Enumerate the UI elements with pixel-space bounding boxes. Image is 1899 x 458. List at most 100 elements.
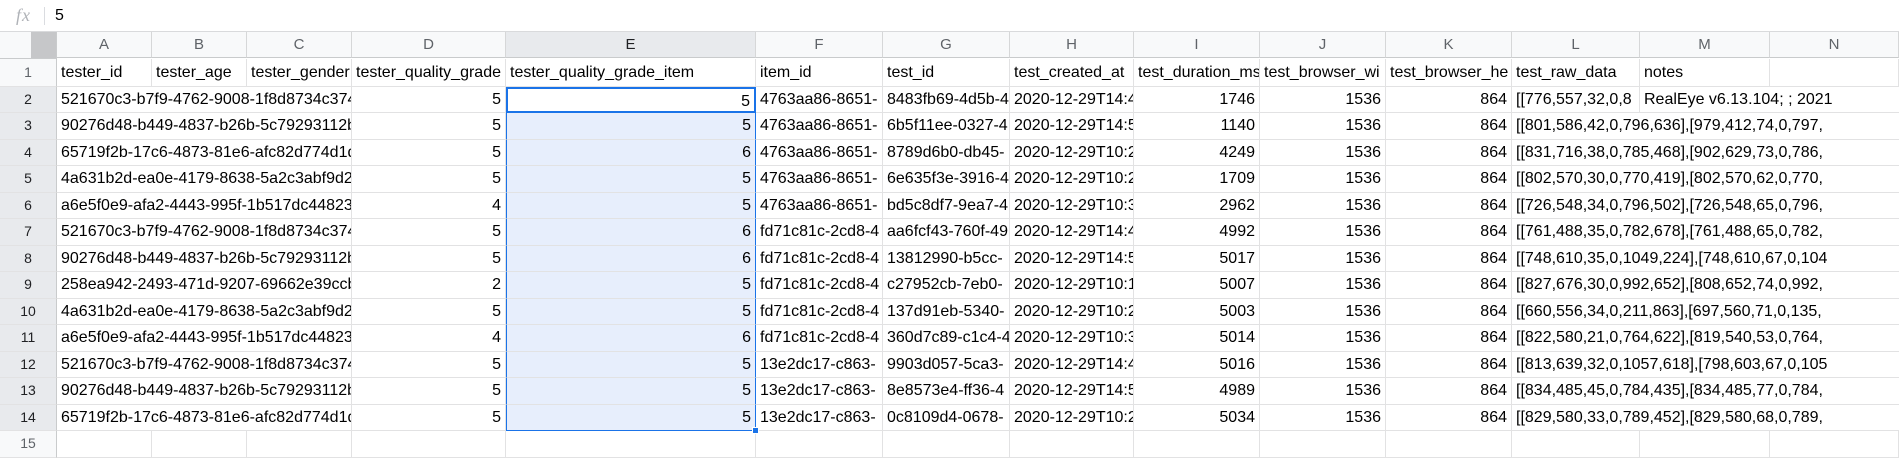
- cell-F13[interactable]: 13e2dc17-c863-: [756, 378, 883, 405]
- row-header-4[interactable]: 4: [0, 139, 57, 166]
- cell-J14[interactable]: 1536: [1260, 404, 1386, 431]
- cell-K5[interactable]: 864: [1386, 166, 1512, 193]
- cell-I7[interactable]: 4992: [1134, 219, 1260, 246]
- cell-F2[interactable]: 4763aa86-8651-: [756, 86, 883, 113]
- cell-E3[interactable]: 5: [506, 113, 756, 140]
- cell-L15[interactable]: [1512, 431, 1640, 458]
- row-header-14[interactable]: 14: [0, 404, 57, 431]
- column-header-M[interactable]: M: [1640, 32, 1770, 58]
- cell-J7[interactable]: 1536: [1260, 219, 1386, 246]
- cell-I15[interactable]: [1134, 431, 1260, 458]
- column-header-N[interactable]: N: [1770, 32, 1899, 58]
- cell-C1[interactable]: tester_gender: [247, 58, 352, 87]
- cell-J1[interactable]: test_browser_wi: [1260, 58, 1386, 87]
- column-header-B[interactable]: B: [152, 32, 247, 58]
- cell-D4[interactable]: 5: [352, 139, 506, 166]
- row-header-2[interactable]: 2: [0, 86, 57, 113]
- cell-F12[interactable]: 13e2dc17-c863-: [756, 351, 883, 378]
- cell-M15[interactable]: [1640, 431, 1770, 458]
- row-header-8[interactable]: 8: [0, 245, 57, 272]
- cell-D8[interactable]: 5: [352, 245, 506, 272]
- cell-J3[interactable]: 1536: [1260, 113, 1386, 140]
- cell-H13[interactable]: 2020-12-29T14:5: [1010, 378, 1134, 405]
- cell-F15[interactable]: [756, 431, 883, 458]
- row-header-3[interactable]: 3: [0, 113, 57, 140]
- cell-L11[interactable]: [[822,580,21,0,764,622],[819,540,53,0,76…: [1512, 325, 1899, 352]
- cell-G10[interactable]: 137d91eb-5340-: [883, 298, 1010, 325]
- cell-J9[interactable]: 1536: [1260, 272, 1386, 299]
- cell-D13[interactable]: 5: [352, 378, 506, 405]
- cell-K2[interactable]: 864: [1386, 86, 1512, 113]
- cell-A5[interactable]: 4a631b2d-ea0e-4179-8638-5a2c3abf9d28: [57, 166, 352, 193]
- cell-H1[interactable]: test_created_at: [1010, 58, 1134, 87]
- row-header-10[interactable]: 10: [0, 298, 57, 325]
- cell-E1[interactable]: tester_quality_grade_item: [506, 58, 756, 87]
- cell-L2[interactable]: [[776,557,32,0,8: [1512, 86, 1640, 113]
- cell-J12[interactable]: 1536: [1260, 351, 1386, 378]
- cell-K7[interactable]: 864: [1386, 219, 1512, 246]
- cell-H12[interactable]: 2020-12-29T14:4: [1010, 351, 1134, 378]
- cell-G8[interactable]: 13812990-b5cc-: [883, 245, 1010, 272]
- cell-E11[interactable]: 6: [506, 325, 756, 352]
- cell-A4[interactable]: 65719f2b-17c6-4873-81e6-afc82d774d1d: [57, 139, 352, 166]
- cell-G12[interactable]: 9903d057-5ca3-: [883, 351, 1010, 378]
- cell-N1[interactable]: [1770, 58, 1899, 87]
- cell-F6[interactable]: 4763aa86-8651-: [756, 192, 883, 219]
- cell-F5[interactable]: 4763aa86-8651-: [756, 166, 883, 193]
- cell-H9[interactable]: 2020-12-29T10:1: [1010, 272, 1134, 299]
- cell-L12[interactable]: [[813,639,32,0,1057,618],[798,603,67,0,1…: [1512, 351, 1899, 378]
- cell-A6[interactable]: a6e5f0e9-afa2-4443-995f-1b517dc44823: [57, 192, 352, 219]
- row-header-11[interactable]: 11: [0, 325, 57, 352]
- cell-G15[interactable]: [883, 431, 1010, 458]
- cell-K1[interactable]: test_browser_he: [1386, 58, 1512, 87]
- cell-G14[interactable]: 0c8109d4-0678-: [883, 404, 1010, 431]
- cell-I11[interactable]: 5014: [1134, 325, 1260, 352]
- cell-H8[interactable]: 2020-12-29T14:5: [1010, 245, 1134, 272]
- cell-H10[interactable]: 2020-12-29T10:2: [1010, 298, 1134, 325]
- cell-E6[interactable]: 5: [506, 192, 756, 219]
- cell-F1[interactable]: item_id: [756, 58, 883, 87]
- row-header-1[interactable]: 1: [0, 58, 57, 87]
- cell-I6[interactable]: 2962: [1134, 192, 1260, 219]
- cell-A9[interactable]: 258ea942-2493-471d-9207-69662e39ccb6: [57, 272, 352, 299]
- cell-A12[interactable]: 521670c3-b7f9-4762-9008-1f8d8734c374: [57, 351, 352, 378]
- cell-K3[interactable]: 864: [1386, 113, 1512, 140]
- cell-G3[interactable]: 6b5f11ee-0327-4: [883, 113, 1010, 140]
- cell-J10[interactable]: 1536: [1260, 298, 1386, 325]
- cell-K6[interactable]: 864: [1386, 192, 1512, 219]
- cell-I2[interactable]: 1746: [1134, 86, 1260, 113]
- cell-H15[interactable]: [1010, 431, 1134, 458]
- cell-H3[interactable]: 2020-12-29T14:5: [1010, 113, 1134, 140]
- column-header-I[interactable]: I: [1134, 32, 1260, 58]
- cell-H2[interactable]: 2020-12-29T14:4: [1010, 86, 1134, 113]
- cell-N15[interactable]: [1770, 431, 1899, 458]
- cell-L6[interactable]: [[726,548,34,0,796,502],[726,548,65,0,79…: [1512, 192, 1899, 219]
- cell-H14[interactable]: 2020-12-29T10:2: [1010, 404, 1134, 431]
- cell-M1[interactable]: notes: [1640, 58, 1770, 87]
- cell-G1[interactable]: test_id: [883, 58, 1010, 87]
- cell-D10[interactable]: 5: [352, 298, 506, 325]
- cell-F9[interactable]: fd71c81c-2cd8-4: [756, 272, 883, 299]
- cell-A1[interactable]: tester_id: [57, 58, 152, 87]
- cell-D5[interactable]: 5: [352, 166, 506, 193]
- cell-J13[interactable]: 1536: [1260, 378, 1386, 405]
- cell-J6[interactable]: 1536: [1260, 192, 1386, 219]
- cell-K4[interactable]: 864: [1386, 139, 1512, 166]
- cell-A14[interactable]: 65719f2b-17c6-4873-81e6-afc82d774d1d: [57, 404, 352, 431]
- cell-J8[interactable]: 1536: [1260, 245, 1386, 272]
- cell-H4[interactable]: 2020-12-29T10:2: [1010, 139, 1134, 166]
- cell-K10[interactable]: 864: [1386, 298, 1512, 325]
- cell-E15[interactable]: [506, 431, 756, 458]
- cell-F14[interactable]: 13e2dc17-c863-: [756, 404, 883, 431]
- cell-L4[interactable]: [[831,716,38,0,785,468],[902,629,73,0,78…: [1512, 139, 1899, 166]
- cell-K13[interactable]: 864: [1386, 378, 1512, 405]
- cell-L10[interactable]: [[660,556,34,0,211,863],[697,560,71,0,13…: [1512, 298, 1899, 325]
- row-header-7[interactable]: 7: [0, 219, 57, 246]
- cell-L13[interactable]: [[834,485,45,0,784,435],[834,485,77,0,78…: [1512, 378, 1899, 405]
- cell-E10[interactable]: 5: [506, 298, 756, 325]
- cell-K14[interactable]: 864: [1386, 404, 1512, 431]
- cell-H7[interactable]: 2020-12-29T14:4: [1010, 219, 1134, 246]
- cell-L1[interactable]: test_raw_data: [1512, 58, 1640, 87]
- cell-J5[interactable]: 1536: [1260, 166, 1386, 193]
- cell-D2[interactable]: 5: [352, 86, 506, 113]
